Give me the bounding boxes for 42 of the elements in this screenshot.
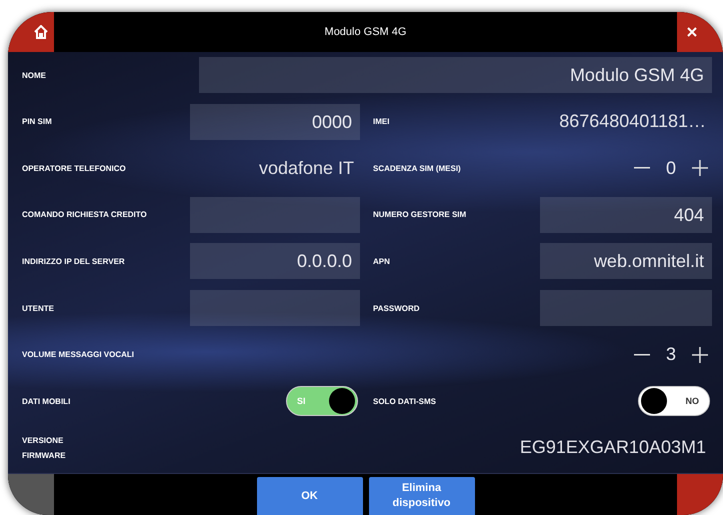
action-button[interactable]: Elimina dispositivo bbox=[368, 477, 474, 515]
home-icon bbox=[34, 25, 48, 39]
window-title: Modulo GSM 4G bbox=[324, 26, 406, 38]
minus-icon bbox=[634, 167, 650, 170]
field-label: SOLO DATI-SMS bbox=[373, 396, 437, 408]
field-label: NOME bbox=[22, 70, 47, 82]
field-label: VOLUME MESSAGGI VOCALI bbox=[22, 349, 136, 362]
toggle-switch[interactable]: NO bbox=[638, 386, 710, 416]
close-button[interactable] bbox=[676, 12, 723, 52]
value-text: EG91EXGAR10A03M1 bbox=[520, 437, 707, 458]
field-label: SCADENZA SIM (MESI) bbox=[373, 162, 462, 175]
home-button[interactable] bbox=[8, 12, 54, 52]
plus-icon bbox=[692, 346, 708, 363]
field-label: IMEI bbox=[373, 116, 390, 128]
field-label: PIN SIM bbox=[22, 116, 53, 128]
input-field[interactable]: web.omnitel.it bbox=[540, 243, 712, 280]
field-label: COMANDO RICHIESTA CREDITO bbox=[22, 209, 148, 222]
action-button[interactable]: OK bbox=[256, 477, 362, 515]
value-text: vodafone IT bbox=[258, 158, 355, 179]
stepper-value: 3 bbox=[666, 344, 676, 366]
field-label: VERSIONE FIRMWARE bbox=[22, 434, 67, 462]
input-field[interactable] bbox=[540, 290, 712, 326]
field-label: UTENTE bbox=[22, 302, 55, 315]
back-button[interactable] bbox=[8, 474, 54, 515]
input-field[interactable] bbox=[190, 290, 360, 326]
field-label: OPERATORE TELEFONICO bbox=[22, 162, 127, 175]
close-icon bbox=[686, 27, 697, 37]
input-field[interactable]: Modulo GSM 4G bbox=[199, 57, 712, 94]
input-field[interactable]: 0.0.0.0 bbox=[190, 243, 360, 280]
field-label: DATI MOBILI bbox=[22, 396, 72, 408]
value-text: 8676480401181… bbox=[559, 111, 707, 132]
plus-icon bbox=[692, 160, 708, 176]
input-field[interactable]: 0000 bbox=[190, 104, 360, 140]
field-label: PASSWORD bbox=[373, 302, 421, 315]
minus-icon bbox=[634, 354, 650, 356]
field-label: APN bbox=[373, 256, 391, 268]
field-label: INDIRIZZO IP DEL SERVER bbox=[22, 256, 126, 268]
stepper-value: 0 bbox=[666, 158, 676, 179]
input-field[interactable]: 404 bbox=[540, 196, 712, 233]
field-label: NUMERO GESTORE SIM bbox=[373, 209, 468, 222]
corner-button[interactable] bbox=[677, 474, 723, 515]
input-field[interactable] bbox=[190, 196, 360, 233]
